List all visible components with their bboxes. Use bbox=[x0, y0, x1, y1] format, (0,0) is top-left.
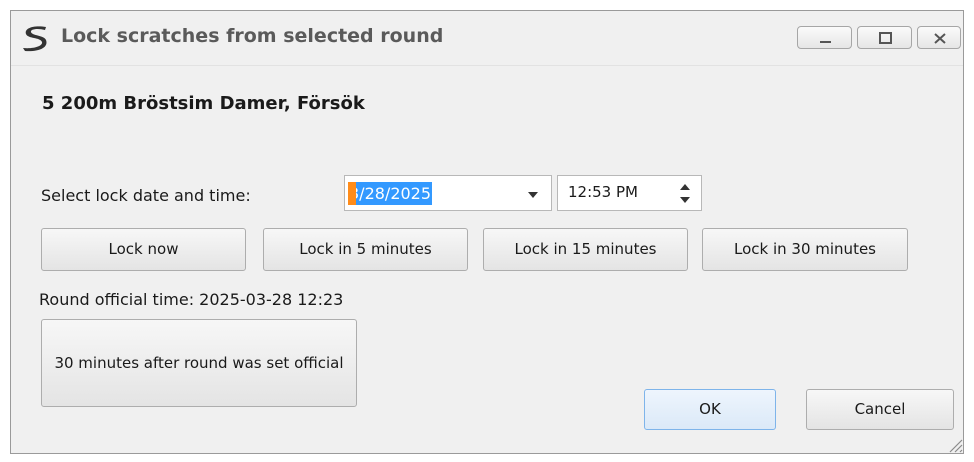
title-bar[interactable]: Lock scratches from selected round bbox=[11, 11, 963, 66]
minimize-button[interactable] bbox=[797, 26, 852, 49]
round-name-heading: 5 200m Bröstsim Damer, Försök bbox=[42, 93, 365, 114]
lock-in-5-minutes-button[interactable]: Lock in 5 minutes bbox=[263, 228, 468, 271]
close-button[interactable] bbox=[917, 26, 961, 49]
maximize-button[interactable] bbox=[857, 26, 912, 49]
lock-time-value[interactable]: 12:53 PM bbox=[568, 183, 638, 201]
lock-time-picker[interactable]: 12:53 PM bbox=[557, 175, 702, 211]
close-icon bbox=[934, 33, 946, 44]
chevron-down-icon[interactable] bbox=[525, 189, 541, 201]
lock-in-30-minutes-button[interactable]: Lock in 30 minutes bbox=[702, 228, 908, 271]
window-title: Lock scratches from selected round bbox=[61, 25, 444, 47]
app-logo-icon bbox=[23, 26, 47, 52]
round-official-time: Round official time: 2025-03-28 12:23 bbox=[39, 290, 344, 309]
lock-in-15-minutes-button[interactable]: Lock in 15 minutes bbox=[483, 228, 688, 271]
lock-scratches-dialog: Lock scratches from selected round 5 200… bbox=[10, 10, 964, 454]
lock-date-value[interactable]: 3/28/2025 bbox=[348, 182, 433, 205]
lock-after-official-button[interactable]: 30 minutes after round was set official bbox=[41, 319, 357, 407]
resize-grip-icon[interactable] bbox=[947, 437, 963, 453]
lock-date-picker[interactable]: 3/28/2025 bbox=[344, 175, 552, 211]
lock-datetime-label: Select lock date and time: bbox=[41, 186, 251, 205]
spin-down-icon[interactable] bbox=[678, 195, 692, 205]
minimize-icon bbox=[820, 41, 831, 43]
lock-now-button[interactable]: Lock now bbox=[41, 228, 246, 271]
text-cursor bbox=[348, 182, 356, 205]
ok-button[interactable]: OK bbox=[644, 389, 776, 430]
cancel-button[interactable]: Cancel bbox=[806, 389, 954, 430]
maximize-icon bbox=[879, 32, 892, 44]
spin-up-icon[interactable] bbox=[678, 182, 692, 192]
